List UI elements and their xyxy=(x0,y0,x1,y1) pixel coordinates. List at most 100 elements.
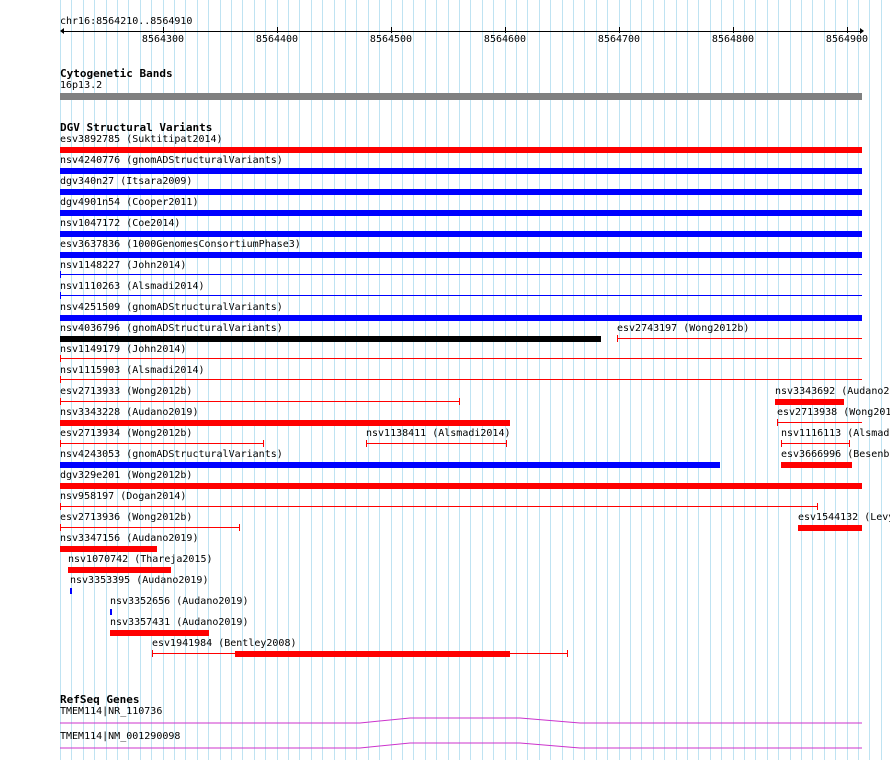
variant-label[interactable]: nsv3343692 (Audano20 xyxy=(775,386,890,398)
variant-bar[interactable] xyxy=(781,462,852,468)
variant-bar[interactable] xyxy=(60,527,240,528)
variant-end-cap xyxy=(60,524,61,531)
ruler-tick-label: 8564300 xyxy=(141,34,185,45)
variant-bar[interactable] xyxy=(60,315,862,321)
cytoband-bar[interactable] xyxy=(60,93,862,100)
ruler-tick xyxy=(847,27,848,33)
variant-bar[interactable] xyxy=(60,506,818,507)
variant-label[interactable]: nsv4240776 (gnomADStructuralVariants) xyxy=(60,155,283,167)
variant-end-cap xyxy=(60,376,61,383)
variant-bar[interactable] xyxy=(60,546,157,552)
variant-bar[interactable] xyxy=(60,189,862,195)
variant-bar[interactable] xyxy=(777,422,862,423)
variant-label[interactable]: nsv3343228 (Audano2019) xyxy=(60,407,198,419)
ruler-tick-label: 8564400 xyxy=(255,34,299,45)
ruler-tick xyxy=(505,27,506,33)
variant-end-cap xyxy=(781,440,782,447)
variant-end-cap xyxy=(817,503,818,510)
variant-end-cap xyxy=(263,440,264,447)
cytoband-label: 16p13.2 xyxy=(60,80,103,91)
variant-bar[interactable] xyxy=(775,399,844,405)
variant-label[interactable]: nsv4243053 (gnomADStructuralVariants) xyxy=(60,449,283,461)
variant-bar-core[interactable] xyxy=(235,651,510,657)
variant-bar[interactable] xyxy=(60,147,862,153)
variant-label[interactable]: esv1941984 (Bentley2008) xyxy=(152,638,297,650)
variant-label[interactable]: nsv3357431 (Audano2019) xyxy=(110,617,248,629)
variant-end-cap xyxy=(617,335,618,342)
variant-label[interactable]: nsv3352656 (Audano2019) xyxy=(110,596,248,608)
variant-label[interactable]: nsv958197 (Dogan2014) xyxy=(60,491,186,503)
variant-bar[interactable] xyxy=(798,525,862,531)
variant-bar[interactable] xyxy=(60,420,510,426)
variant-bar[interactable] xyxy=(60,401,460,402)
ruler-tick xyxy=(391,27,392,33)
variant-label[interactable]: nsv3347156 (Audano2019) xyxy=(60,533,198,545)
variant-label[interactable]: nsv1110263 (Alsmadi2014) xyxy=(60,281,205,293)
variant-bar[interactable] xyxy=(60,295,862,296)
variant-label[interactable]: esv1544132 (Levy xyxy=(798,512,890,524)
variant-label[interactable]: esv3666996 (Besenba xyxy=(781,449,890,461)
variant-end-cap xyxy=(152,650,153,657)
variant-label[interactable]: esv3892785 (Suktitipat2014) xyxy=(60,134,223,146)
variant-end-cap xyxy=(60,355,61,362)
variant-bar[interactable] xyxy=(366,443,507,444)
variant-label[interactable]: dgv4901n54 (Cooper2011) xyxy=(60,197,198,209)
variant-bar[interactable] xyxy=(68,567,171,573)
variant-end-cap xyxy=(60,398,61,405)
ruler-tick xyxy=(619,27,620,33)
variant-label[interactable]: nsv1116113 (Alsmadi xyxy=(781,428,890,440)
dgv-track-title: DGV Structural Variants xyxy=(60,121,213,134)
variant-end-cap xyxy=(567,650,568,657)
variant-label[interactable]: nsv1138411 (Alsmadi2014) xyxy=(366,428,511,440)
variant-label[interactable]: esv2713934 (Wong2012b) xyxy=(60,428,192,440)
variant-bar[interactable] xyxy=(60,231,862,237)
variant-label[interactable]: nsv1149179 (John2014) xyxy=(60,344,186,356)
variant-label[interactable]: esv3637836 (1000GenomesConsortiumPhase3) xyxy=(60,239,301,251)
ruler-coordinate: chr16:8564210..8564910 xyxy=(60,16,193,27)
variant-bar[interactable] xyxy=(110,609,112,615)
variant-bar[interactable] xyxy=(781,443,850,444)
variant-bar[interactable] xyxy=(617,338,862,339)
variant-label[interactable]: nsv4251509 (gnomADStructuralVariants) xyxy=(60,302,283,314)
variant-bar[interactable] xyxy=(60,462,720,468)
variant-bar[interactable] xyxy=(60,336,601,342)
variant-label[interactable]: dgv329e201 (Wong2012b) xyxy=(60,470,192,482)
variant-label[interactable]: esv2743197 (Wong2012b) xyxy=(617,323,749,335)
variant-label[interactable]: nsv3353395 (Audano2019) xyxy=(70,575,208,587)
gene-model-nm_001290098[interactable] xyxy=(0,740,890,752)
ruler-tick xyxy=(163,27,164,33)
variant-bar[interactable] xyxy=(60,168,862,174)
variant-bar[interactable] xyxy=(60,210,862,216)
genome-browser-view[interactable]: chr16:8564210..8564910 8564300 8564400 856… xyxy=(0,0,890,760)
variant-end-cap xyxy=(459,398,460,405)
refseq-track-title: RefSeq Genes xyxy=(60,693,140,706)
variant-end-cap xyxy=(60,271,61,278)
variant-bar[interactable] xyxy=(60,358,862,359)
variant-bar[interactable] xyxy=(60,443,264,444)
variant-label[interactable]: esv2713938 (Wong201 xyxy=(777,407,890,419)
variant-end-cap xyxy=(777,419,778,426)
variant-end-cap xyxy=(366,440,367,447)
variant-end-cap xyxy=(60,503,61,510)
variant-bar[interactable] xyxy=(60,379,862,380)
ruler-tick xyxy=(733,27,734,33)
variant-end-cap xyxy=(506,440,507,447)
variant-label[interactable]: nsv4036796 (gnomADStructuralVariants) xyxy=(60,323,283,335)
variant-bar[interactable] xyxy=(110,630,209,636)
variant-label[interactable]: nsv1070742 (Thareja2015) xyxy=(68,554,213,566)
variant-bar[interactable] xyxy=(60,274,862,275)
variant-label[interactable]: nsv1115903 (Alsmadi2014) xyxy=(60,365,205,377)
variant-bar[interactable] xyxy=(60,252,862,258)
variant-label[interactable]: nsv1148227 (John2014) xyxy=(60,260,186,272)
variant-bar[interactable] xyxy=(60,483,862,489)
variant-label[interactable]: nsv1047172 (Coe2014) xyxy=(60,218,180,230)
ruler-tick-label: 8564700 xyxy=(597,34,641,45)
variant-bar[interactable] xyxy=(70,588,72,594)
ruler-tick-label: 8564900 xyxy=(825,34,869,45)
variant-label[interactable]: esv2713936 (Wong2012b) xyxy=(60,512,192,524)
gene-model-nr_110736[interactable] xyxy=(0,715,890,727)
variant-label[interactable]: esv2713933 (Wong2012b) xyxy=(60,386,192,398)
variant-end-cap xyxy=(60,440,61,447)
variant-label[interactable]: dgv340n27 (Itsara2009) xyxy=(60,176,192,188)
ruler-arrow-left-icon xyxy=(60,28,64,34)
